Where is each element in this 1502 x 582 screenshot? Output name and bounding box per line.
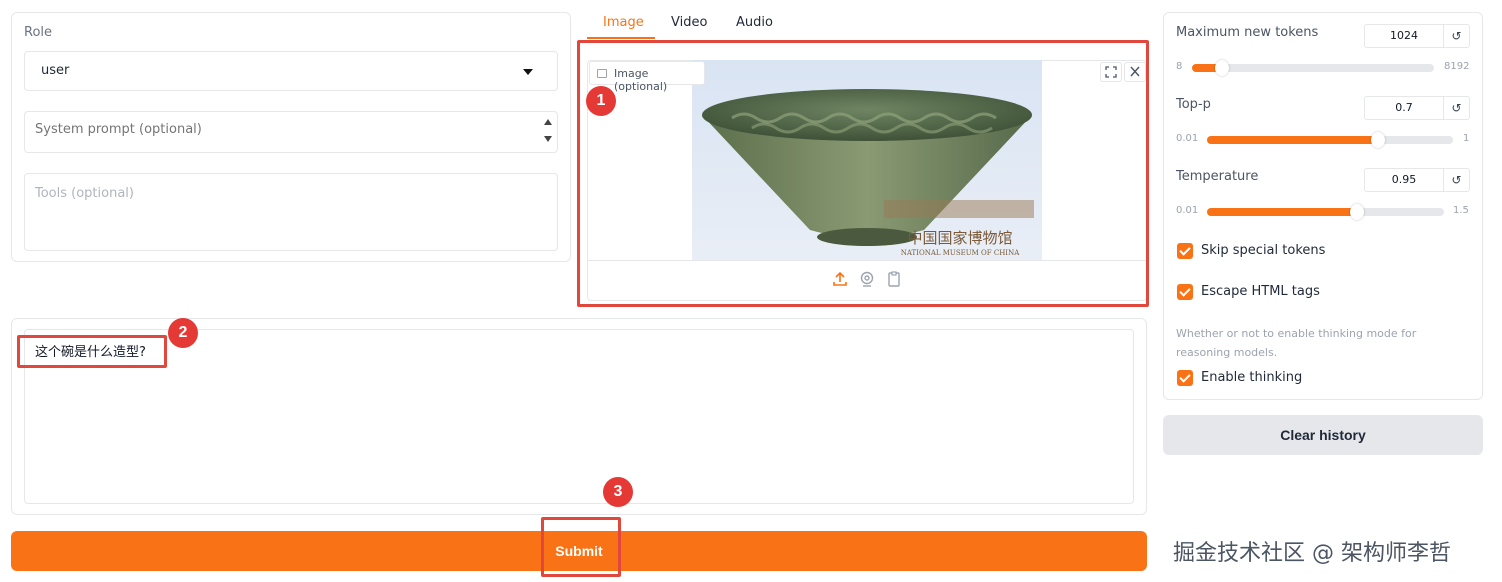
temperature-slider[interactable] bbox=[1207, 204, 1444, 220]
top-p-input[interactable]: 0.7 bbox=[1364, 96, 1444, 120]
skip-special-tokens-label[interactable]: Skip special tokens bbox=[1201, 243, 1325, 258]
slider-thumb[interactable] bbox=[1215, 60, 1229, 76]
tab-image[interactable]: Image bbox=[603, 15, 644, 30]
temperature-min: 0.01 bbox=[1176, 205, 1199, 216]
slider-thumb[interactable] bbox=[1349, 204, 1364, 220]
max-tokens-max: 8192 bbox=[1444, 61, 1470, 72]
max-tokens-slider[interactable] bbox=[1192, 60, 1434, 76]
max-tokens-min: 8 bbox=[1176, 61, 1183, 72]
spin-up-icon[interactable] bbox=[544, 119, 552, 125]
message-input[interactable] bbox=[24, 329, 1134, 504]
top-p-reset-button[interactable]: ↺ bbox=[1444, 96, 1470, 120]
escape-html-label[interactable]: Escape HTML tags bbox=[1201, 284, 1320, 299]
step-badge-2: 2 bbox=[168, 318, 198, 348]
system-prompt-field[interactable] bbox=[24, 111, 558, 153]
top-p-max: 1 bbox=[1463, 133, 1470, 144]
tools-input[interactable] bbox=[24, 173, 558, 251]
system-prompt-input[interactable] bbox=[24, 111, 558, 153]
watermark-text: 掘金技术社区 @ 架构师李哲 bbox=[1173, 541, 1451, 566]
clear-history-button[interactable]: Clear history bbox=[1163, 415, 1483, 455]
max-tokens-reset-button[interactable]: ↺ bbox=[1444, 24, 1470, 48]
max-tokens-label: Maximum new tokens bbox=[1176, 25, 1319, 40]
skip-special-tokens-checkbox[interactable] bbox=[1177, 243, 1193, 259]
temperature-max: 1.5 bbox=[1453, 205, 1469, 216]
role-dropdown[interactable]: user bbox=[24, 51, 558, 91]
temperature-label: Temperature bbox=[1176, 169, 1259, 184]
tab-audio[interactable]: Audio bbox=[736, 15, 773, 30]
enable-thinking-label[interactable]: Enable thinking bbox=[1201, 370, 1302, 385]
active-tab-indicator bbox=[587, 37, 655, 39]
step-badge-3: 3 bbox=[603, 477, 633, 507]
spin-down-icon[interactable] bbox=[544, 136, 552, 142]
tab-video[interactable]: Video bbox=[671, 15, 707, 30]
escape-html-checkbox[interactable] bbox=[1177, 284, 1193, 300]
thinking-info-text: Whether or not to enable thinking mode f… bbox=[1176, 327, 1417, 359]
temperature-input[interactable]: 0.95 bbox=[1364, 168, 1444, 192]
generation-params-panel: Maximum new tokens 1024 ↺ 8 8192 Top-p 0… bbox=[1163, 12, 1483, 400]
image-highlight-box bbox=[577, 40, 1149, 307]
message-highlight-box bbox=[17, 335, 167, 368]
top-p-min: 0.01 bbox=[1176, 133, 1199, 144]
submit-highlight-box bbox=[541, 517, 621, 577]
step-badge-1: 1 bbox=[586, 86, 616, 116]
role-label: Role bbox=[24, 25, 53, 40]
temperature-reset-button[interactable]: ↺ bbox=[1444, 168, 1470, 192]
role-value: user bbox=[41, 63, 70, 78]
caret-down-icon bbox=[523, 69, 533, 75]
top-p-label: Top-p bbox=[1176, 97, 1211, 112]
max-tokens-input[interactable]: 1024 bbox=[1364, 24, 1444, 48]
top-p-slider[interactable] bbox=[1207, 132, 1453, 148]
enable-thinking-checkbox[interactable] bbox=[1177, 370, 1193, 386]
slider-thumb[interactable] bbox=[1371, 132, 1386, 148]
chat-settings-panel: Role user bbox=[11, 12, 571, 262]
